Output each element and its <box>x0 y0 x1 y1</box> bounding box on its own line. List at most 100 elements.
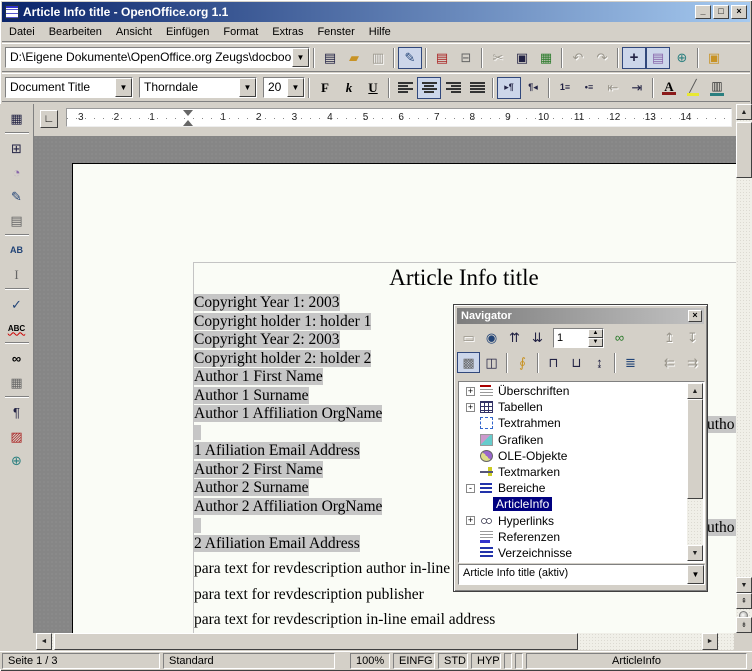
undo-button[interactable]: ↶ <box>566 47 590 69</box>
tree-item-ueberschriften[interactable]: +Überschriften <box>460 383 687 399</box>
tree-scrollbar[interactable]: ▲ ▼ <box>687 383 703 561</box>
gallery-button[interactable]: ⊕ <box>670 47 694 69</box>
menu-extras[interactable]: Extras <box>265 24 310 40</box>
print-button[interactable]: ⊟ <box>454 47 478 69</box>
window-view-button[interactable]: ◫ <box>480 352 503 373</box>
minimize-button[interactable]: _ <box>695 5 711 19</box>
tree-item-referenzen[interactable]: Referenzen <box>460 529 687 545</box>
spin-up-icon[interactable]: ▲ <box>588 329 603 338</box>
style-dropdown-button[interactable]: ▼ <box>115 78 132 97</box>
tree-item-tabellen[interactable]: +Tabellen <box>460 399 687 415</box>
collapse-icon[interactable]: - <box>466 484 475 493</box>
tree-item-verzeichnisse[interactable]: Verzeichnisse <box>460 545 687 561</box>
paste-button[interactable]: ▦ <box>534 47 558 69</box>
content-view-button[interactable]: ▩ <box>457 352 480 373</box>
horizontal-scroll-thumb[interactable] <box>54 633 578 650</box>
tree-scroll-thumb[interactable] <box>687 399 703 499</box>
status-page[interactable]: Seite 1 / 3 <box>2 653 160 669</box>
background-color-button[interactable]: ▥ <box>705 77 729 99</box>
decrease-indent-button[interactable]: ⇤ <box>601 77 625 99</box>
status-hyperlink-mode[interactable]: HYP <box>471 653 501 669</box>
autotext-button[interactable]: AB <box>5 239 29 261</box>
header-button[interactable]: ⊓ <box>542 352 565 373</box>
status-insert-mode[interactable]: EINFG <box>393 653 435 669</box>
align-justify-button[interactable] <box>465 77 489 99</box>
demote-chapter-button[interactable]: ↧ <box>681 327 704 348</box>
bold-button[interactable]: F <box>313 77 337 99</box>
size-dropdown-button[interactable]: ▼ <box>287 78 304 97</box>
draw-functions-button[interactable]: ✎ <box>5 185 29 207</box>
vertical-scrollbar[interactable]: ▲ ▼ ⇞ ⇟ <box>736 104 752 633</box>
spin-down-icon[interactable]: ▼ <box>588 338 603 347</box>
align-left-button[interactable] <box>393 77 417 99</box>
scroll-right-button[interactable]: ► <box>702 633 718 650</box>
status-zoom[interactable]: 100% <box>350 653 390 669</box>
insert-object-button[interactable]: ◔ <box>5 161 29 183</box>
find-replace-button[interactable]: ∞ <box>5 347 29 369</box>
open-button[interactable]: ▰ <box>342 47 366 69</box>
scroll-down-button[interactable]: ▼ <box>736 577 752 593</box>
highlighting-button[interactable]: ╱ <box>681 77 705 99</box>
anchor-text-button[interactable]: ↨ <box>588 352 611 373</box>
drag-mode-button[interactable]: ∞ <box>608 327 631 348</box>
expand-icon[interactable]: + <box>466 403 475 412</box>
stylist-button[interactable]: ▤ <box>646 47 670 69</box>
menu-ansicht[interactable]: Ansicht <box>109 24 159 40</box>
tree-scroll-down-button[interactable]: ▼ <box>687 545 703 561</box>
numbered-list-button[interactable]: 1≡ <box>553 77 577 99</box>
demote-level-button[interactable]: ⇉ <box>681 352 704 373</box>
font-size-combobox[interactable]: 20 ▼ <box>263 77 305 98</box>
data-sources-button[interactable]: ▦ <box>5 371 29 393</box>
underline-button[interactable]: U <box>361 77 385 99</box>
footer-button[interactable]: ⊔ <box>565 352 588 373</box>
expand-icon[interactable]: + <box>466 387 475 396</box>
font-dropdown-button[interactable]: ▼ <box>239 78 256 97</box>
document-heading[interactable]: Article Info title <box>194 263 734 294</box>
previous-object-button[interactable]: ⇈ <box>503 327 526 348</box>
promote-chapter-button[interactable]: ↥ <box>658 327 681 348</box>
font-color-button[interactable]: A <box>657 77 681 99</box>
bullet-list-button[interactable]: •≡ <box>577 77 601 99</box>
insert-button[interactable]: ⊞ <box>5 137 29 159</box>
edit-file-button[interactable]: ✎ <box>398 47 422 69</box>
url-dropdown-button[interactable]: ▼ <box>292 48 309 67</box>
navigator-title-bar[interactable]: Navigator × <box>457 308 704 324</box>
cut-button[interactable]: ✂ <box>486 47 510 69</box>
horizontal-ruler[interactable]: 3211234567891011121314 <box>66 108 732 127</box>
next-object-button[interactable]: ⇊ <box>526 327 549 348</box>
tree-item-grafiken[interactable]: Grafiken <box>460 432 687 448</box>
auto-spellcheck-button[interactable]: ABC <box>5 317 29 339</box>
listbox-onoff-button[interactable]: ≣ <box>619 352 642 373</box>
picture-button[interactable]: ▣ <box>702 47 726 69</box>
tree-item-textrahmen[interactable]: Textrahmen <box>460 415 687 431</box>
navigator-document-combobox[interactable]: Article Info title (aktiv) ▼ <box>458 564 705 585</box>
tree-item-ole-objekte[interactable]: OLE-Objekte <box>460 448 687 464</box>
menu-einfuegen[interactable]: Einfügen <box>159 24 216 40</box>
navigator-close-button[interactable]: × <box>688 310 702 322</box>
insert-table-button[interactable]: ▦ <box>5 107 29 129</box>
status-page-style[interactable]: Standard <box>163 653 335 669</box>
form-functions-button[interactable]: ▤ <box>5 209 29 231</box>
menu-fenster[interactable]: Fenster <box>310 24 361 40</box>
navigator-button[interactable]: + <box>622 47 646 69</box>
scroll-left-button[interactable]: ◄ <box>36 633 52 650</box>
increase-indent-button[interactable]: ⇥ <box>625 77 649 99</box>
tab-type-button[interactable]: ∟ <box>40 110 58 128</box>
font-name-combobox[interactable]: Thorndale ▼ <box>139 77 257 98</box>
copy-button[interactable]: ▣ <box>510 47 534 69</box>
export-pdf-button[interactable]: ▤ <box>430 47 454 69</box>
toggle-button[interactable]: ▭ <box>457 327 480 348</box>
tree-scroll-up-button[interactable]: ▲ <box>687 383 703 399</box>
new-document-button[interactable]: ▤ <box>318 47 342 69</box>
scroll-up-button[interactable]: ▲ <box>736 104 752 120</box>
menu-format[interactable]: Format <box>216 24 265 40</box>
menu-datei[interactable]: Datei <box>2 24 42 40</box>
navigation-button[interactable]: ◉ <box>480 327 503 348</box>
online-layout-button[interactable]: ⊕ <box>5 449 29 471</box>
graphics-onoff-button[interactable]: ▨ <box>5 425 29 447</box>
close-button[interactable]: × <box>731 5 747 19</box>
status-selection-mode[interactable]: STD <box>438 653 468 669</box>
promote-level-button[interactable]: ⇇ <box>658 352 681 373</box>
ltr-button[interactable]: ▸¶ <box>497 77 521 99</box>
doc-line[interactable]: para text for revdescription in-line ema… <box>194 611 734 630</box>
